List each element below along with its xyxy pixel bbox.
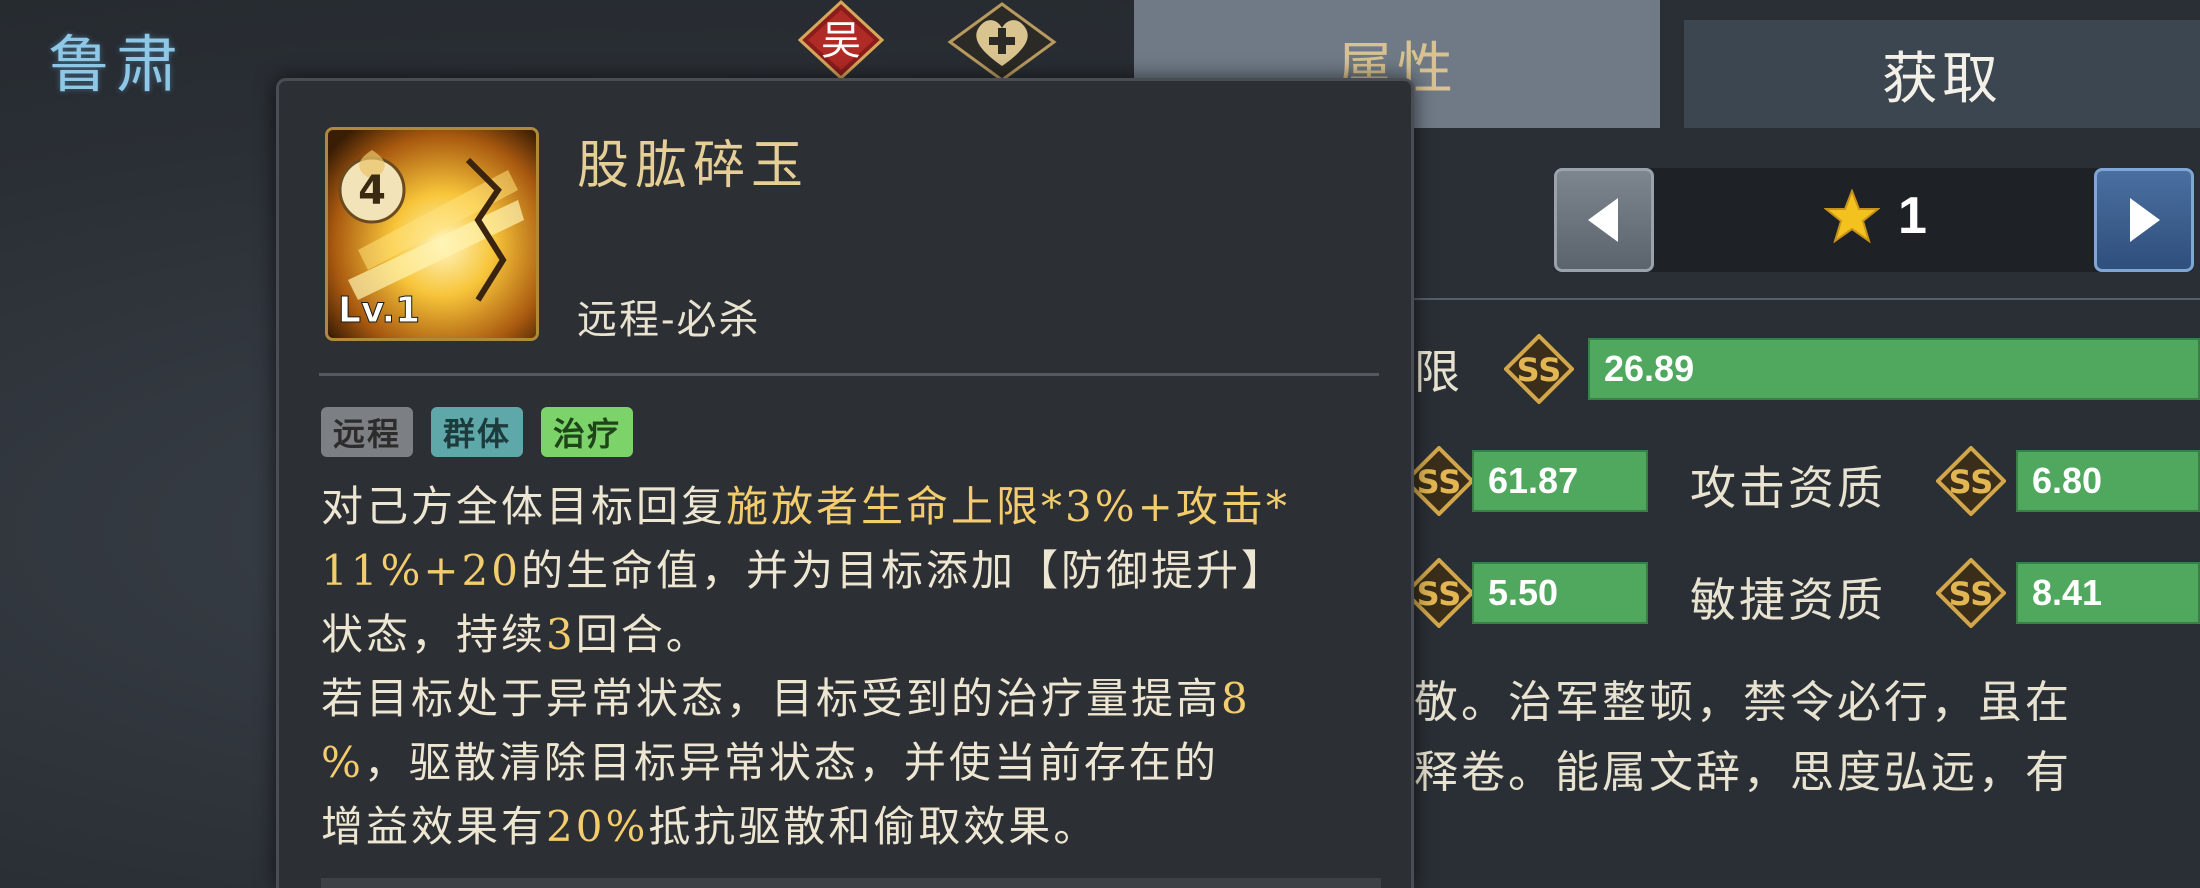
star-level-value: 1: [1898, 187, 1927, 245]
desc-text: 抵抗驱散和偷取效果。: [648, 802, 1099, 851]
arrow-left-icon: [1588, 198, 1618, 242]
skill-tooltip: 4 Lv.1 股肱碎玉 远程-必杀 远程 群体 治疗 对己方全体目标回复施放者生…: [276, 78, 1414, 888]
coin-icon: SS: [1404, 446, 1474, 516]
desc-text: 的生命值，并为目标添加【防御提升】: [521, 546, 1287, 595]
skill-name: 股肱碎玉: [577, 136, 810, 196]
desc-text: 增益效果有: [321, 802, 547, 851]
attack-aptitude-bar: 6.80: [2016, 450, 2200, 512]
bio-line: 释卷。能属文辞，思度弘远，有: [1414, 747, 2072, 798]
star-icon: [1824, 189, 1880, 243]
divider: [321, 878, 1381, 888]
skill-type: 远程-必杀: [577, 297, 761, 343]
desc-text: 若目标处于异常状态，目标受到的治疗量提高: [321, 674, 1222, 723]
desc-highlight: 3: [546, 610, 576, 659]
svg-text:SS: SS: [1417, 463, 1462, 501]
svg-text:SS: SS: [1949, 575, 1994, 613]
bio-line: 敬。治军整顿，禁令必行，虽在: [1414, 677, 2072, 728]
faction-label: 吴: [821, 18, 861, 64]
skill-description: 对己方全体目标回复施放者生命上限*3%+攻击* 11%+20的生命值，并为目标添…: [321, 475, 1381, 859]
svg-text:SS: SS: [1517, 351, 1562, 389]
skill-tags: 远程 群体 治疗: [321, 407, 634, 457]
arrow-right-icon: [2130, 198, 2160, 242]
star-level: 1: [1824, 186, 1927, 246]
hp-label: 限: [1414, 345, 1463, 399]
next-star-button[interactable]: [2094, 168, 2194, 272]
attack-aptitude-label: 攻击资质: [1690, 461, 1886, 515]
star-selector: 1: [1554, 168, 2194, 272]
desc-highlight: 施放者生命上限*3%+攻击*: [726, 482, 1290, 531]
skill-icon: 4 Lv.1: [325, 127, 539, 341]
heart-icon[interactable]: [946, 2, 1058, 82]
desc-highlight: 8: [1221, 674, 1251, 723]
tag-ranged: 远程: [321, 407, 414, 457]
tab-obtain[interactable]: 获取: [1684, 20, 2200, 128]
svg-text:SS: SS: [1417, 575, 1462, 613]
desc-text: ，驱散清除目标异常状态，并使当前存在的: [363, 738, 1219, 787]
prev-star-button[interactable]: [1554, 168, 1654, 272]
divider: [319, 373, 1379, 376]
desc-text: 回合。: [575, 610, 711, 659]
agility-aptitude-bar: 8.41: [2016, 562, 2200, 624]
hero-name: 鲁肃: [48, 28, 185, 101]
aptitude-bar: 61.87: [1472, 450, 1648, 512]
hp-aptitude-bar: 26.89: [1588, 338, 2200, 400]
desc-highlight: 20%: [546, 802, 649, 851]
tag-group: 群体: [431, 407, 524, 457]
coin-icon: SS: [1404, 558, 1474, 628]
desc-text: 对己方全体目标回复: [321, 482, 727, 531]
coin-icon: SS: [1936, 558, 2006, 628]
svg-text:SS: SS: [1949, 463, 1994, 501]
agility-aptitude-label: 敏捷资质: [1690, 573, 1886, 627]
skill-level: Lv.1: [338, 290, 420, 331]
faction-badge[interactable]: 吴: [797, 0, 885, 81]
coin-icon: SS: [1504, 334, 1574, 404]
coin-icon: SS: [1936, 446, 2006, 516]
desc-highlight: %: [321, 738, 364, 787]
aptitude-bar: 5.50: [1472, 562, 1648, 624]
desc-text: 状态，持续: [321, 610, 547, 659]
desc-highlight: 11%+20: [321, 546, 521, 595]
tag-heal: 治疗: [541, 407, 634, 457]
skill-cost: 4: [358, 168, 386, 214]
